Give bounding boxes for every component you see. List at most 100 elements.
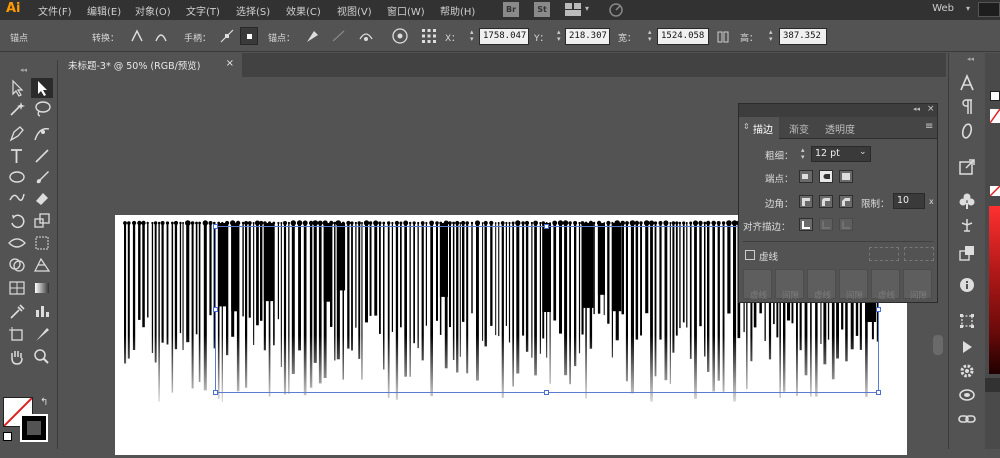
menu-select[interactable]: 选择(S) [236, 3, 270, 18]
hand-tool-icon[interactable] [6, 347, 28, 367]
appearance-gear-icon[interactable] [957, 361, 977, 381]
hide-handles-icon[interactable] [240, 27, 258, 45]
selection-handle[interactable] [876, 390, 881, 395]
menu-edit[interactable]: 编辑(E) [87, 3, 121, 18]
color-stroke-swatch[interactable] [989, 108, 1000, 124]
menu-object[interactable]: 对象(O) [135, 3, 171, 18]
magic-wand-tool-icon[interactable] [6, 99, 28, 119]
swap-fill-stroke-icon[interactable]: ↰ [40, 397, 48, 408]
x-input[interactable]: 1758.047 [479, 28, 529, 45]
selection-handle[interactable] [213, 307, 218, 312]
close-icon[interactable]: × [927, 104, 935, 114]
artboard-tool-icon[interactable] [6, 324, 28, 344]
perspective-grid-tool-icon[interactable] [31, 255, 53, 275]
vertical-scrollbar-thumb[interactable] [933, 335, 943, 355]
miter-limit-input[interactable]: 10 [893, 193, 925, 209]
collapse-panel-icon[interactable]: ◂◂ [913, 105, 920, 113]
zoom-tool-icon[interactable] [31, 347, 53, 367]
y-stepper-icon[interactable]: ▴ ▾ [557, 29, 564, 44]
paintbrush-tool-icon[interactable] [31, 167, 53, 187]
y-input[interactable]: 218.307 [565, 28, 610, 45]
lasso-tool-icon[interactable] [31, 99, 53, 119]
gpu-performance-icon[interactable] [608, 2, 624, 18]
panel-options-toggle-icon[interactable]: ⇕ [743, 122, 750, 131]
opentype-panel-icon[interactable] [957, 121, 977, 141]
eraser-tool-icon[interactable] [31, 188, 53, 208]
weight-stepper-icon[interactable]: ▴ ▾ [801, 147, 805, 161]
bridge-button[interactable]: Br [503, 2, 519, 17]
none-color-swatch[interactable] [989, 185, 1000, 197]
align-stroke-outside-icon[interactable] [839, 218, 853, 231]
links-panel-icon[interactable] [957, 409, 977, 429]
gradient-tool-icon[interactable] [31, 278, 53, 298]
stroke-swatch[interactable] [20, 414, 48, 442]
mesh-tool-icon[interactable] [6, 278, 28, 298]
projecting-cap-icon[interactable] [839, 170, 853, 183]
menu-window[interactable]: 窗口(W) [387, 3, 425, 18]
type-tool-icon[interactable] [6, 146, 28, 166]
default-colors-icon[interactable] [3, 432, 12, 441]
width-input[interactable]: 1524.058 [657, 28, 709, 45]
height-input[interactable]: 387.352 [779, 28, 827, 45]
height-stepper-icon[interactable]: ▴ ▾ [769, 29, 776, 44]
asset-export-icon[interactable] [957, 243, 977, 263]
tab-stroke[interactable]: 描边 [753, 121, 773, 136]
tab-gradient[interactable]: 渐变 [789, 121, 809, 136]
workspace-switcher[interactable]: Web [932, 3, 954, 14]
dashed-line-checkbox[interactable] [745, 250, 755, 260]
color-fill-swatch[interactable] [990, 91, 1000, 101]
menu-help[interactable]: 帮助(H) [440, 3, 475, 18]
curvature-tool-icon[interactable] [31, 123, 53, 143]
arrange-documents-icon[interactable] [565, 3, 583, 16]
width-tool-icon[interactable] [6, 233, 28, 253]
eyedropper-tool-icon[interactable] [6, 301, 28, 321]
collapse-toolbar-icon[interactable]: ◂◂ [20, 66, 27, 74]
layers-panel-tab[interactable] [985, 378, 1000, 392]
connect-anchors-icon[interactable] [330, 27, 348, 45]
menu-file[interactable]: 文件(F) [38, 3, 72, 18]
menu-view[interactable]: 视图(V) [337, 3, 372, 18]
selection-handle[interactable] [544, 390, 549, 395]
stock-button[interactable]: St [534, 2, 550, 17]
panel-menu-icon[interactable]: ≡ [925, 121, 933, 132]
rotate-tool-icon[interactable] [6, 211, 28, 231]
line-segment-tool-icon[interactable] [31, 146, 53, 166]
shape-builder-tool-icon[interactable] [6, 255, 28, 275]
slice-tool-icon[interactable] [31, 324, 53, 344]
transform-panel-icon[interactable] [957, 311, 977, 331]
align-stroke-inside-icon[interactable] [819, 218, 833, 231]
menu-type[interactable]: 文字(T) [186, 3, 220, 18]
shaper-tool-icon[interactable] [6, 188, 28, 208]
butt-cap-icon[interactable] [799, 170, 813, 183]
chevron-down-icon[interactable]: ▾ [966, 4, 970, 13]
color-spectrum[interactable] [989, 206, 1000, 374]
info-panel-icon[interactable] [957, 275, 977, 295]
width-stepper-icon[interactable]: ▴ ▾ [648, 29, 655, 44]
expand-panels-icon[interactable]: ◂◂ [967, 55, 974, 63]
actions-play-icon[interactable] [957, 337, 977, 357]
libraries-panel-icon[interactable] [957, 385, 977, 405]
miter-join-icon[interactable] [799, 195, 813, 208]
export-panel-icon[interactable] [957, 157, 977, 177]
preserve-dash-icon[interactable] [869, 247, 899, 261]
character-panel-icon[interactable] [957, 73, 977, 93]
ellipse-tool-icon[interactable] [6, 167, 28, 187]
align-stroke-center-icon[interactable] [799, 218, 813, 231]
round-join-icon[interactable] [819, 195, 833, 208]
scale-tool-icon[interactable] [31, 211, 53, 231]
symbols-panel-icon[interactable] [957, 191, 977, 211]
convert-to-smooth-icon[interactable] [152, 27, 170, 45]
selection-handle[interactable] [213, 224, 218, 229]
search-input[interactable] [978, 2, 1000, 17]
chevron-down-icon[interactable]: ▾ [585, 4, 589, 13]
selection-handle[interactable] [876, 307, 881, 312]
round-cap-icon[interactable] [819, 170, 833, 183]
pen-tool-icon[interactable] [6, 123, 28, 143]
graph-tool-icon[interactable] [31, 301, 53, 321]
x-stepper-icon[interactable]: ▴ ▾ [470, 29, 477, 44]
selection-tool-icon[interactable] [6, 78, 28, 98]
align-dash-corners-icon[interactable] [904, 247, 934, 261]
recolor-icon[interactable] [391, 27, 409, 45]
selection-handle[interactable] [544, 224, 549, 229]
constrain-proportions-icon[interactable] [716, 30, 730, 44]
